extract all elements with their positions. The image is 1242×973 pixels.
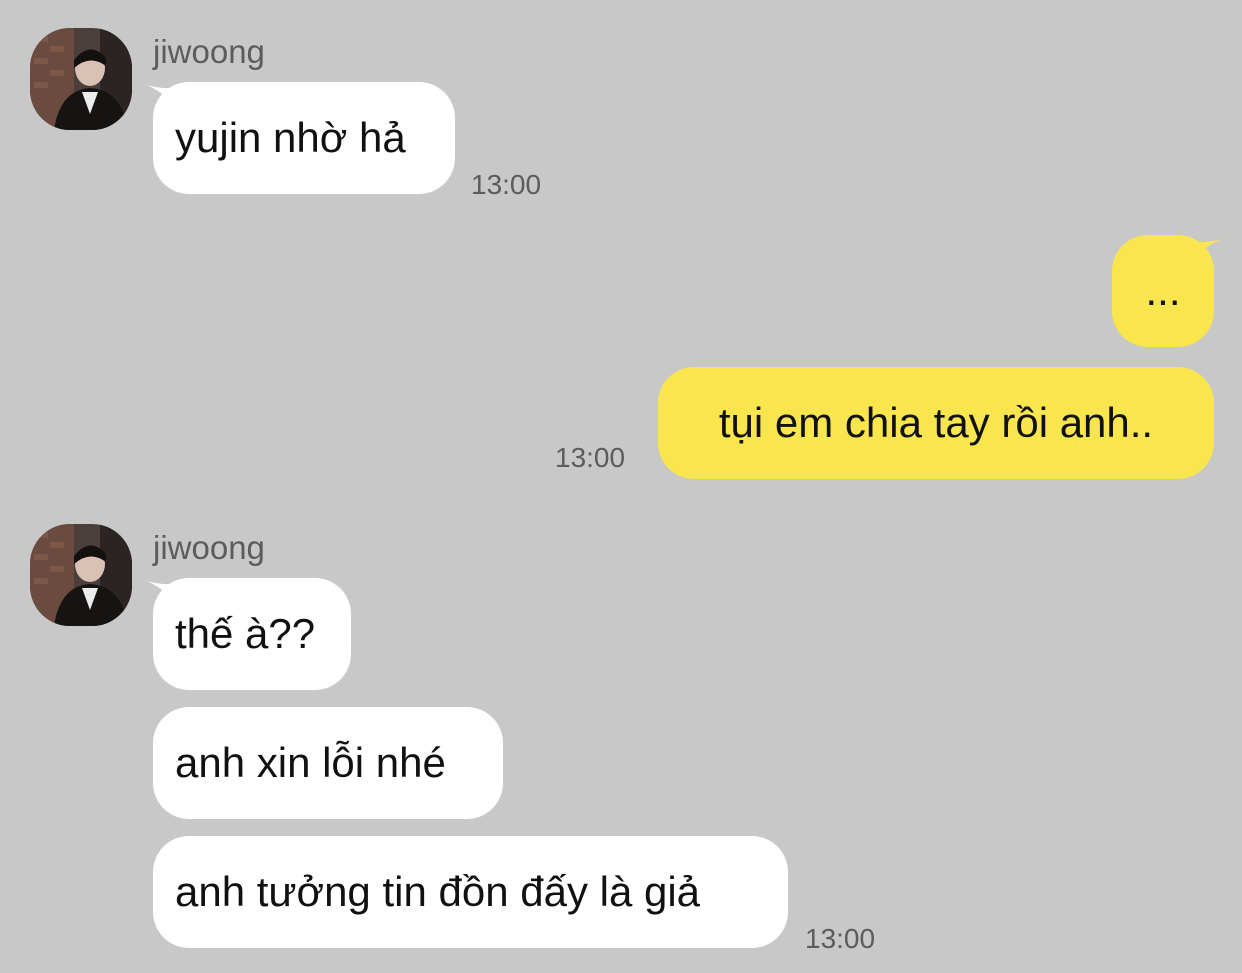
message-timestamp: 13:00 [555,442,626,473]
message-timestamp: 13:00 [471,169,542,200]
profile-photo-icon [30,524,132,626]
message-bubble[interactable]: anh xin lỗi nhé [153,707,503,819]
message-bubble[interactable]: ... [1112,235,1214,347]
message-bubble[interactable]: yujin nhờ hả [153,82,455,194]
message-text: yujin nhờ hả [175,114,406,161]
message-bubble[interactable]: tụi em chia tay rồi anh.. [658,367,1214,479]
profile-photo-icon [30,28,132,130]
sender-name: jiwoong [153,529,265,566]
message-text: ... [1145,267,1181,314]
message-bubble[interactable]: anh tưởng tin đồn đấy là giả [153,836,788,948]
avatar[interactable] [30,524,132,626]
sender-name: jiwoong [153,33,265,70]
message-text: thế à?? [175,610,316,657]
message-bubble[interactable]: thế à?? [153,578,351,690]
avatar[interactable] [30,28,132,130]
message-text: tụi em chia tay rồi anh.. [718,399,1154,446]
message-timestamp: 13:00 [805,923,876,954]
message-text: anh tưởng tin đồn đấy là giả [175,868,701,915]
message-text: anh xin lỗi nhé [175,739,446,786]
